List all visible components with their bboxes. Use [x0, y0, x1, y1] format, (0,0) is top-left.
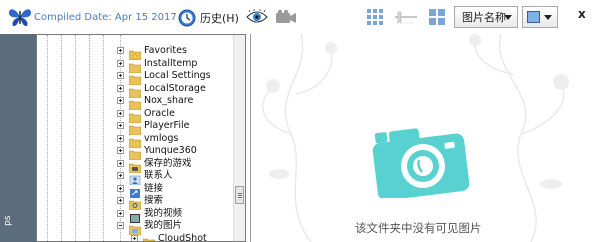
- thumbnail-icon: [527, 11, 540, 23]
- search-folder-icon: [128, 195, 142, 211]
- tree-item-label: PlayerFile: [144, 120, 190, 131]
- sort-label: 图片名称: [462, 11, 506, 24]
- history-button[interactable]: 历史(H): [178, 8, 239, 28]
- tree-item-label: Yunque360: [144, 145, 197, 156]
- compiled-date-label: Compiled Date: Apr 15 2017: [34, 12, 177, 23]
- chevron-down-icon: [544, 15, 552, 20]
- tree-item[interactable]: PlayerFile: [37, 119, 233, 136]
- expand-toggle-icon[interactable]: [117, 172, 124, 179]
- contacts-folder-icon: [129, 170, 141, 186]
- folder-icon: [128, 95, 142, 111]
- expand-toggle-icon[interactable]: [117, 47, 124, 54]
- history-label: 历史(H): [200, 12, 239, 25]
- expand-toggle-icon[interactable]: [117, 72, 124, 79]
- folder-icon: [142, 233, 156, 241]
- large-grid-view-icon[interactable]: [428, 8, 446, 26]
- tree-item[interactable]: 联系人: [37, 169, 233, 186]
- tree-item[interactable]: Favorites: [37, 44, 233, 61]
- games-folder-icon: [128, 158, 142, 173]
- side-panel-strip: ps: [0, 34, 36, 242]
- side-panel-label: ps: [3, 215, 13, 226]
- empty-camera-icon: [372, 128, 470, 198]
- tree-item-label: 保存的游戏: [144, 157, 192, 169]
- expand-toggle-icon[interactable]: [117, 97, 124, 104]
- tree-scrollbar[interactable]: [233, 35, 245, 241]
- tree-item[interactable]: LocalStorage: [37, 82, 233, 98]
- folder-icon: [128, 83, 142, 98]
- tree-item-label: CloudShot: [158, 232, 207, 242]
- close-button[interactable]: x: [578, 7, 586, 21]
- thumbnail-size-dropdown[interactable]: [522, 6, 558, 28]
- toolbar: Compiled Date: Apr 15 2017 历史(H) 图片名称 x: [0, 0, 596, 34]
- links-folder-icon: [129, 183, 141, 198]
- sort-dropdown[interactable]: 图片名称: [454, 6, 518, 28]
- tree-item-label: LocalStorage: [144, 82, 206, 94]
- tree-item[interactable]: Installtemp: [37, 57, 233, 73]
- tree-item[interactable]: CloudShot: [37, 232, 233, 242]
- camera-icon[interactable]: [275, 9, 297, 25]
- tree-item-label: Oracle: [144, 107, 175, 119]
- tree-item-label: 我的图片: [144, 220, 183, 231]
- tree-item[interactable]: Nox_share: [37, 94, 233, 111]
- star-folder-icon: [128, 45, 142, 61]
- folder-icon: [128, 70, 142, 86]
- folder-icon: [128, 58, 142, 73]
- expand-toggle-icon[interactable]: [117, 184, 124, 192]
- expand-toggle-icon[interactable]: [117, 122, 124, 129]
- size-slider-icon[interactable]: [394, 10, 418, 24]
- tree-item-label: Nox_share: [144, 95, 194, 106]
- expand-toggle-icon[interactable]: [117, 134, 124, 142]
- folder-icon: [128, 133, 142, 148]
- tree-item[interactable]: Yunque360: [37, 144, 233, 161]
- tree-item[interactable]: 我的视频: [37, 207, 233, 223]
- expand-toggle-icon[interactable]: [117, 159, 124, 167]
- expand-toggle-icon[interactable]: [117, 84, 124, 92]
- chevron-down-icon: [504, 15, 512, 20]
- tree-item[interactable]: vmlogs: [37, 132, 233, 148]
- expand-toggle-icon[interactable]: [117, 59, 124, 67]
- tree-item[interactable]: 保存的游戏: [37, 157, 233, 173]
- clock-icon: [178, 9, 196, 27]
- folder-icon: [128, 120, 142, 136]
- tree-item-label: 链接: [144, 182, 164, 194]
- tree-item-label: 联系人: [144, 170, 173, 181]
- image-preview-pane[interactable]: 该文件夹中没有可见图片: [250, 34, 596, 242]
- video-folder-icon: [129, 208, 141, 223]
- folder-tree[interactable]: Favorites Installtemp Local Settings LocalS…: [36, 34, 246, 242]
- tree-scroll-thumb[interactable]: [235, 186, 244, 204]
- folder-icon: [128, 108, 142, 123]
- tree-item[interactable]: 搜索: [37, 194, 233, 211]
- empty-folder-message: 该文件夹中没有可见图片: [355, 221, 482, 235]
- grid-view-icon[interactable]: [366, 8, 384, 26]
- tree-item-label: Local Settings: [144, 70, 211, 81]
- tree-item[interactable]: 我的图片: [37, 219, 233, 236]
- tree-item[interactable]: 链接: [37, 182, 233, 198]
- pictures-folder-icon: [128, 220, 142, 236]
- tree-item[interactable]: Local Settings: [37, 69, 233, 86]
- tree-item-label: vmlogs: [144, 132, 179, 144]
- expand-toggle-icon[interactable]: [131, 234, 138, 241]
- tree-item-label: 搜索: [144, 195, 164, 206]
- collapse-toggle-icon[interactable]: [117, 222, 124, 229]
- eye-icon[interactable]: [246, 9, 268, 25]
- butterfly-logo-icon: [9, 9, 31, 27]
- tree-item-label: Favorites: [144, 45, 187, 56]
- expand-toggle-icon[interactable]: [117, 197, 124, 204]
- folder-icon: [128, 145, 142, 161]
- tree-item[interactable]: Oracle: [37, 107, 233, 123]
- tree-item-label: Installtemp: [144, 57, 198, 69]
- tree-item-label: 我的视频: [144, 207, 183, 219]
- expand-toggle-icon[interactable]: [117, 109, 124, 117]
- expand-toggle-icon[interactable]: [117, 209, 124, 217]
- expand-toggle-icon[interactable]: [117, 147, 124, 154]
